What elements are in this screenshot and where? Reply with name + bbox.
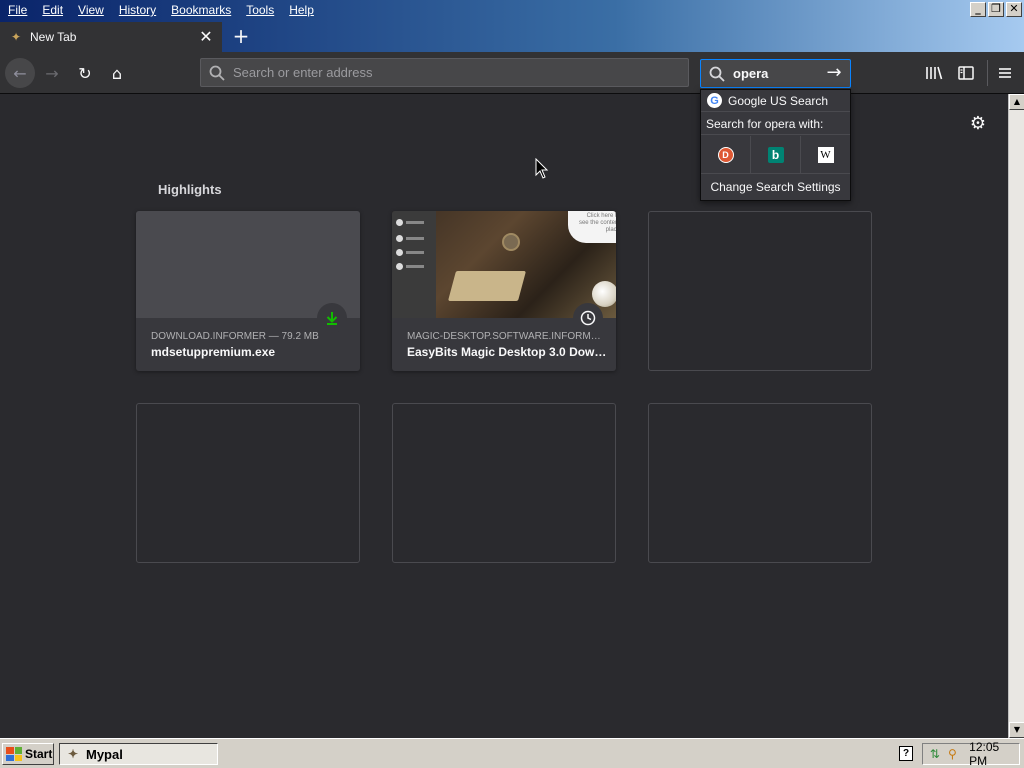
mypal-icon: ✦ xyxy=(10,30,22,44)
mypal-icon: ✦ xyxy=(67,747,79,761)
sidebar-button[interactable] xyxy=(955,62,977,84)
mouse-cursor-icon xyxy=(535,158,549,179)
card-thumbnail: Click here to see the content place xyxy=(392,211,616,318)
minimize-button[interactable]: _ xyxy=(970,2,986,17)
home-button[interactable]: ⌂ xyxy=(103,59,131,87)
card-thumbnail xyxy=(136,211,360,318)
start-label: Start xyxy=(25,747,53,761)
highlight-placeholder xyxy=(392,403,616,563)
url-bar[interactable] xyxy=(200,58,689,87)
menu-history[interactable]: History xyxy=(113,2,162,18)
search-icon xyxy=(209,65,225,81)
toolbar-separator xyxy=(987,60,988,86)
system-tray: ⇅ ⚲ 12:05 PM xyxy=(922,740,1020,768)
tab-strip: ✦ New Tab ✕ + xyxy=(0,22,1024,52)
window-controls: _ ❐ ✕ xyxy=(970,2,1022,17)
highlight-placeholder xyxy=(648,211,872,371)
close-window-button[interactable]: ✕ xyxy=(1006,2,1022,17)
start-button[interactable]: Start xyxy=(2,743,54,765)
restore-button[interactable]: ❐ xyxy=(988,2,1004,17)
bing-icon: b xyxy=(767,146,784,163)
open-menu-button[interactable] xyxy=(994,62,1016,84)
search-bar[interactable]: → xyxy=(700,59,851,88)
reload-button[interactable]: ↻ xyxy=(71,59,99,87)
highlight-card-history[interactable]: Click here to see the content place MAGI… xyxy=(392,211,616,371)
search-with-header: Search for opera with: xyxy=(701,113,850,135)
library-button[interactable] xyxy=(923,62,945,84)
duckduckgo-icon: D xyxy=(717,146,734,163)
taskbar: Start ✦ Mypal ? ⇅ ⚲ 12:05 PM xyxy=(0,738,1024,768)
thumbnail-orb xyxy=(592,281,616,307)
thumbnail-globe xyxy=(502,233,520,251)
search-input[interactable] xyxy=(733,66,822,81)
clock[interactable]: 12:05 PM xyxy=(969,740,1019,768)
new-tab-button[interactable]: + xyxy=(230,26,252,48)
help-icon[interactable]: ? xyxy=(899,746,913,761)
url-input[interactable] xyxy=(233,65,688,80)
scroll-down-arrow-icon[interactable]: ▼ xyxy=(1009,722,1024,738)
tab-title: New Tab xyxy=(30,30,77,44)
menu-help[interactable]: Help xyxy=(283,2,320,18)
highlight-placeholder xyxy=(136,403,360,563)
download-arrow-icon xyxy=(326,312,338,325)
library-icon xyxy=(926,66,943,80)
menu-bar: File Edit View History Bookmarks Tools H… xyxy=(0,0,1024,22)
menu-bookmarks[interactable]: Bookmarks xyxy=(165,2,237,18)
search-go-arrow-icon[interactable]: → xyxy=(822,62,846,86)
duckduckgo-button[interactable]: D xyxy=(701,136,751,173)
search-suggestions-popup: G Google US Search Search for opera with… xyxy=(700,89,851,201)
magnifier-icon[interactable]: ⚲ xyxy=(946,747,960,761)
google-icon: G xyxy=(707,93,722,108)
vertical-scrollbar[interactable]: ▲ ▼ xyxy=(1008,94,1024,738)
history-clock-icon xyxy=(573,303,603,333)
menu-tools[interactable]: Tools xyxy=(240,2,280,18)
forward-button[interactable]: → xyxy=(38,59,66,87)
scroll-up-arrow-icon[interactable]: ▲ xyxy=(1009,94,1024,110)
menu: File Edit View History Bookmarks Tools H… xyxy=(2,2,323,18)
clock-icon xyxy=(580,310,596,326)
settings-gear-icon[interactable]: ⚙ xyxy=(968,114,988,134)
sidebar-icon xyxy=(958,66,974,80)
card-title: mdsetuppremium.exe xyxy=(151,345,276,359)
thumbnail-sidebar xyxy=(392,211,436,318)
menu-view[interactable]: View xyxy=(72,2,110,18)
highlight-placeholder xyxy=(648,403,872,563)
default-engine-label: Google US Search xyxy=(728,93,829,108)
bing-button[interactable]: b xyxy=(751,136,801,173)
taskbar-item-mypal[interactable]: ✦ Mypal xyxy=(59,743,218,765)
change-search-settings-button[interactable]: Change Search Settings xyxy=(701,175,850,200)
wikipedia-icon: W xyxy=(817,146,834,163)
hamburger-menu-icon xyxy=(999,68,1011,78)
taskbar-item-label: Mypal xyxy=(86,746,123,762)
menu-file[interactable]: File xyxy=(2,2,33,18)
highlights-title: Highlights xyxy=(158,182,222,197)
card-host: DOWNLOAD.INFORMER — 79.2 MB xyxy=(151,331,319,342)
menu-edit[interactable]: Edit xyxy=(36,2,69,18)
card-host: MAGIC-DESKTOP.SOFTWARE.INFORMER.COM xyxy=(407,331,607,342)
one-off-engines: D b W xyxy=(701,136,850,174)
network-icon[interactable]: ⇅ xyxy=(928,747,942,761)
download-icon xyxy=(317,303,347,333)
search-icon xyxy=(709,66,725,82)
close-tab-icon[interactable]: ✕ xyxy=(196,27,216,47)
card-title: EasyBits Magic Desktop 3.0 Download xyxy=(407,345,607,359)
default-engine-row[interactable]: G Google US Search xyxy=(701,90,850,112)
thumbnail-bubble: Click here to see the content place xyxy=(568,211,616,243)
wikipedia-button[interactable]: W xyxy=(801,136,850,173)
windows-logo-icon xyxy=(6,747,22,761)
thumbnail-book xyxy=(447,271,527,301)
highlight-card-download[interactable]: DOWNLOAD.INFORMER — 79.2 MB mdsetuppremi… xyxy=(136,211,360,371)
tab-new-tab[interactable]: ✦ New Tab ✕ xyxy=(0,22,222,52)
back-button[interactable]: ← xyxy=(5,58,35,88)
